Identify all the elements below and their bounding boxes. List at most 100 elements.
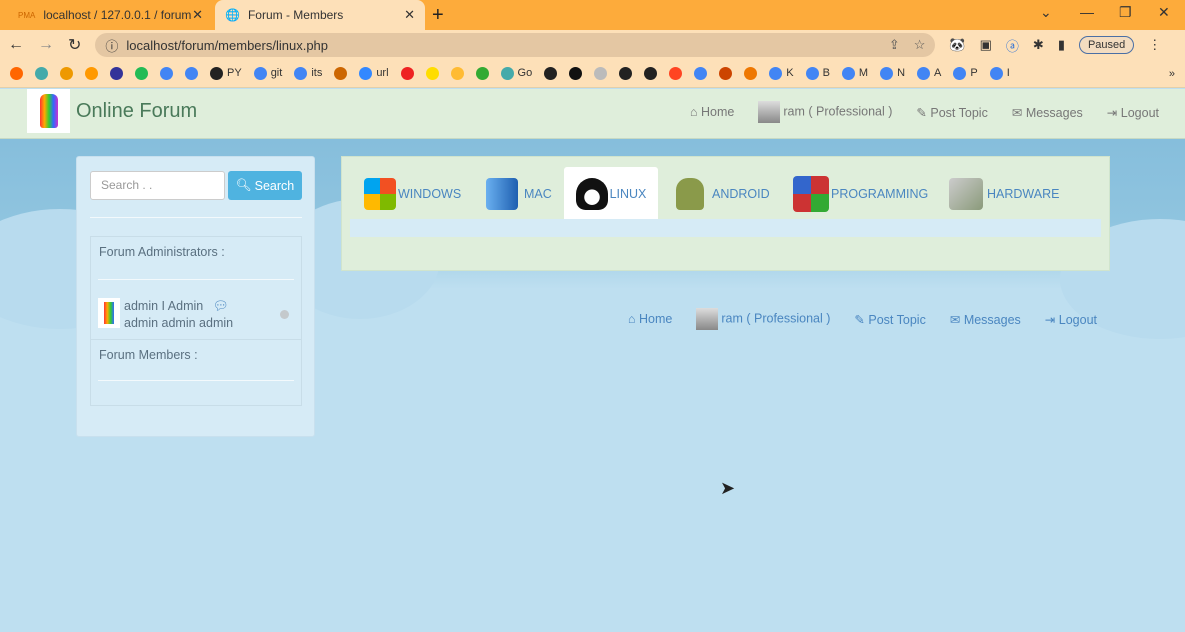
bookmark-favicon-icon bbox=[769, 67, 783, 80]
bookmark-item[interactable]: git bbox=[253, 67, 282, 80]
bookmark-favicon-icon bbox=[669, 67, 683, 80]
bookmark-favicon-icon bbox=[500, 67, 514, 80]
maximize-button[interactable]: ❐ bbox=[1119, 4, 1132, 21]
search-icon: 🔍︎ bbox=[235, 178, 252, 192]
bookmark-item[interactable]: its bbox=[294, 67, 322, 80]
bookmark-item[interactable] bbox=[669, 67, 683, 80]
browser-tab-phpmyadmin[interactable]: PMA localhost / 127.0.0.1 / forum / me✕ bbox=[8, 0, 213, 30]
bookmark-item[interactable] bbox=[160, 67, 173, 80]
envelope-icon: ✉ bbox=[1011, 105, 1023, 120]
nav-post-topic[interactable]: ✎ Post Topic bbox=[854, 312, 925, 327]
nav-logout[interactable]: ⇥ Logout bbox=[1107, 105, 1159, 120]
bookmark-item[interactable]: N bbox=[880, 67, 905, 80]
bookmark-item[interactable]: P bbox=[953, 67, 978, 80]
android-icon bbox=[676, 177, 704, 210]
chat-icon[interactable]: 💬︎ bbox=[213, 299, 229, 313]
bookmark-item[interactable] bbox=[425, 67, 439, 80]
bookmark-favicon-icon bbox=[694, 67, 708, 80]
bookmark-item[interactable] bbox=[35, 67, 48, 80]
bookmark-item[interactable] bbox=[400, 67, 414, 80]
nav-profile[interactable]: ram ( Professional ) bbox=[696, 308, 830, 330]
puzzle-icon[interactable]: ✱ bbox=[1033, 37, 1044, 53]
bookmark-favicon-icon bbox=[450, 67, 464, 80]
bookmark-favicon-icon bbox=[60, 67, 73, 80]
bookmark-item[interactable] bbox=[644, 67, 658, 80]
nav-messages[interactable]: ✉ Messages bbox=[1012, 105, 1083, 120]
members-panel: Forum Administrators : admin I Admin 💬︎ a… bbox=[90, 236, 302, 406]
more-bookmarks-button[interactable]: » bbox=[1169, 68, 1175, 80]
share-icon[interactable]: ⇪ bbox=[889, 37, 900, 53]
nav-profile[interactable]: ram ( Professional ) bbox=[758, 101, 892, 123]
bookmark-item[interactable]: PY bbox=[210, 67, 242, 80]
panda-extension-icon[interactable]: 🐼 bbox=[949, 37, 965, 53]
bookmark-item[interactable] bbox=[110, 67, 123, 80]
bookmark-item[interactable] bbox=[594, 67, 608, 80]
bookmark-item[interactable] bbox=[334, 67, 348, 80]
url-field[interactable]: ⓘ localhost/forum/members/linux.php ⇪ ☆ bbox=[95, 33, 936, 57]
tab-hardware[interactable]: HARDWARE bbox=[949, 167, 1059, 220]
tab-windows[interactable]: WINDOWS bbox=[364, 167, 461, 220]
forward-icon[interactable]: → bbox=[38, 36, 54, 54]
divider bbox=[98, 380, 294, 381]
globe-icon: 🌐 bbox=[225, 8, 240, 22]
bookmark-item[interactable]: I bbox=[989, 67, 1010, 80]
menu-icon[interactable]: ⋮ bbox=[1148, 37, 1161, 53]
bookmark-item[interactable] bbox=[450, 67, 464, 80]
nav-messages[interactable]: ✉ Messages bbox=[950, 312, 1021, 327]
bookmark-item[interactable] bbox=[60, 67, 73, 80]
nav-home[interactable]: ⌂ Home bbox=[690, 105, 734, 119]
home-icon: ⌂ bbox=[689, 105, 698, 119]
bookmark-item[interactable] bbox=[185, 67, 198, 80]
bookmark-item[interactable] bbox=[544, 67, 558, 80]
tab-programming[interactable]: PROGRAMMING bbox=[793, 167, 928, 220]
new-tab-button[interactable]: + bbox=[432, 4, 444, 27]
bookmark-item[interactable] bbox=[619, 67, 633, 80]
tab-mac[interactable]: MAC bbox=[486, 167, 552, 220]
close-window-button[interactable]: ✕ bbox=[1158, 4, 1170, 21]
a-extension-icon[interactable]: ⓐ bbox=[1006, 36, 1019, 55]
bookmark-item[interactable] bbox=[10, 67, 23, 80]
admin-name: admin I Admin bbox=[124, 299, 204, 313]
bookmark-item[interactable] bbox=[694, 67, 708, 80]
bookmark-favicon-icon bbox=[35, 67, 48, 80]
search-button[interactable]: 🔍︎ Search bbox=[228, 171, 302, 200]
nav-logout[interactable]: ⇥ Logout bbox=[1045, 312, 1097, 327]
bookmark-item[interactable]: url bbox=[359, 67, 389, 80]
bookmark-favicon-icon bbox=[544, 67, 558, 80]
search-input[interactable]: Search . . bbox=[90, 171, 225, 200]
admin-list-item[interactable]: admin I Admin 💬︎ admin admin admin bbox=[98, 298, 233, 332]
bookmark-item[interactable]: Go bbox=[500, 67, 532, 80]
star-icon[interactable]: ☆ bbox=[914, 37, 926, 53]
brand[interactable]: Online Forum bbox=[27, 89, 197, 133]
bookmark-item[interactable]: M bbox=[841, 67, 868, 80]
bookmark-item[interactable]: A bbox=[917, 67, 941, 80]
tab-linux[interactable]: LINUX bbox=[564, 167, 658, 220]
bookmark-item[interactable] bbox=[569, 67, 583, 80]
bookmark-favicon-icon bbox=[719, 67, 733, 80]
bookmark-item[interactable] bbox=[719, 67, 733, 80]
back-icon[interactable]: ← bbox=[8, 36, 24, 54]
bookmark-item[interactable] bbox=[85, 67, 98, 80]
close-tab-icon[interactable]: ✕ bbox=[192, 7, 203, 23]
bookmark-item[interactable] bbox=[475, 67, 489, 80]
sidepanel-icon[interactable]: ▮ bbox=[1058, 37, 1065, 53]
bookmark-item[interactable]: K bbox=[769, 67, 794, 80]
close-tab-icon[interactable]: ✕ bbox=[404, 7, 415, 23]
bookmark-favicon-icon bbox=[805, 67, 819, 80]
reload-icon[interactable]: ↻ bbox=[68, 35, 81, 55]
bookmark-favicon-icon bbox=[85, 67, 98, 80]
pma-icon: PMA bbox=[18, 10, 36, 20]
tab-android[interactable]: ANDROID bbox=[676, 167, 770, 220]
profile-button[interactable]: Paused bbox=[1078, 36, 1135, 54]
minimize-button[interactable]: — bbox=[1080, 4, 1094, 20]
bookmark-item[interactable] bbox=[135, 67, 148, 80]
bookmark-favicon-icon bbox=[594, 67, 608, 80]
bookmark-item[interactable]: B bbox=[805, 67, 830, 80]
top-navbar: Online Forum ⌂ Home ram ( Professional )… bbox=[0, 89, 1185, 139]
nav-post-topic[interactable]: ✎ Post Topic bbox=[916, 105, 987, 120]
nav-home[interactable]: ⌂ Home bbox=[628, 312, 672, 326]
browser-tab-forum-members[interactable]: 🌐 Forum - Members ✕ bbox=[215, 0, 425, 30]
tab-search-icon[interactable]: ⌄ bbox=[1040, 4, 1052, 21]
extension-icon[interactable]: ▣ bbox=[980, 37, 992, 53]
bookmark-item[interactable] bbox=[744, 67, 758, 80]
